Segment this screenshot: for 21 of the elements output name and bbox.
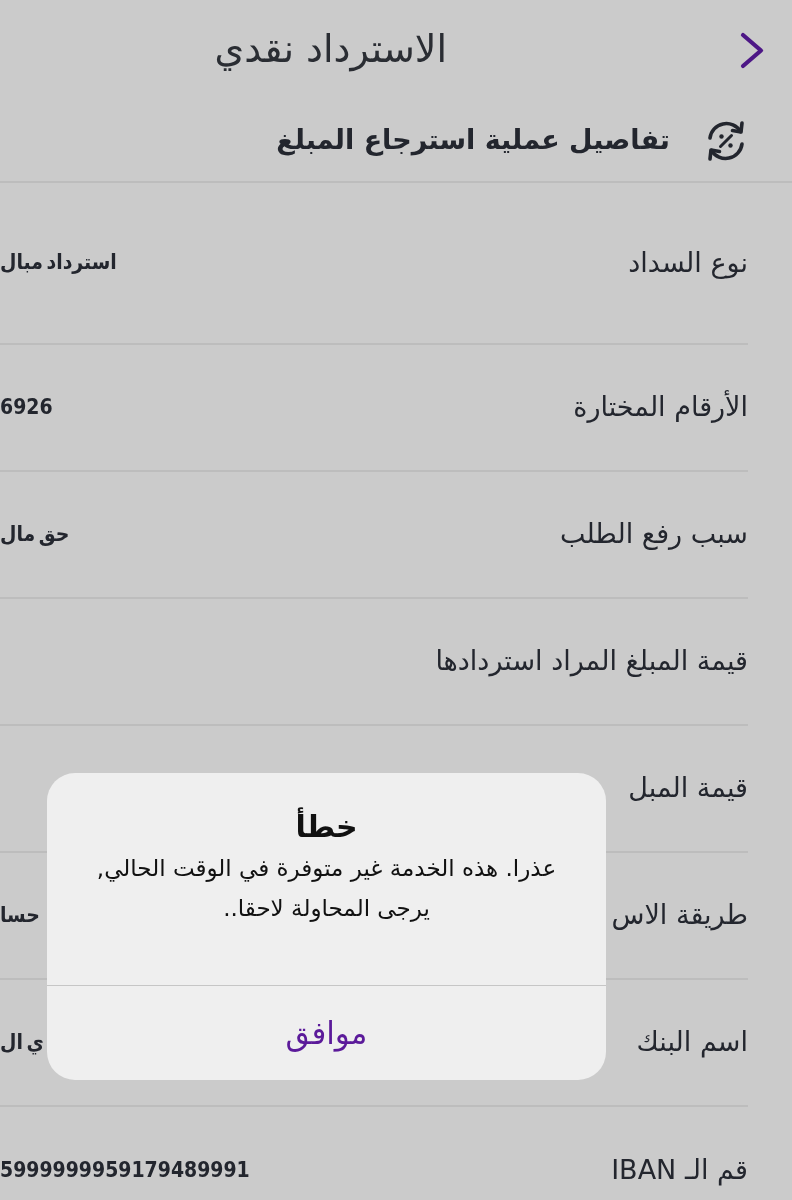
back-button[interactable] — [739, 31, 765, 69]
field-value: حق مال — [0, 520, 70, 548]
field-label: نوع السداد — [628, 245, 748, 281]
section-title: تفاصيل عملية استرجاع المبلغ — [276, 123, 670, 158]
field-label: طريقة الاس — [611, 898, 748, 933]
field-value: ي ال — [0, 1028, 44, 1057]
field-label: الأرقام المختارة — [573, 389, 748, 425]
field-label: قم الـ IBAN — [611, 1153, 748, 1188]
chevron-icon — [739, 31, 765, 69]
page-title: الاسترداد نقدي — [214, 27, 447, 73]
alert-title: خطأ — [295, 807, 358, 846]
field-value: 5999999959179489991 — [0, 1156, 250, 1184]
ok-button[interactable]: موافق — [265, 1005, 388, 1061]
field-value: 6926 — [0, 393, 53, 421]
field-value: استرداد مبال — [0, 249, 117, 277]
field-label: اسم البنك — [636, 1025, 748, 1060]
field-label: قيمة المبل — [628, 771, 748, 806]
field-label: سبب رفع الطلب — [559, 517, 748, 552]
alert-message: عذرا. هذه الخدمة غير متوفرة في الوقت الحالي, يرجى المحاولة لاحقا.. — [95, 854, 558, 924]
field-label: قيمة المبلغ المراد استردادها — [435, 644, 748, 679]
field-value: حسا — [0, 901, 40, 929]
